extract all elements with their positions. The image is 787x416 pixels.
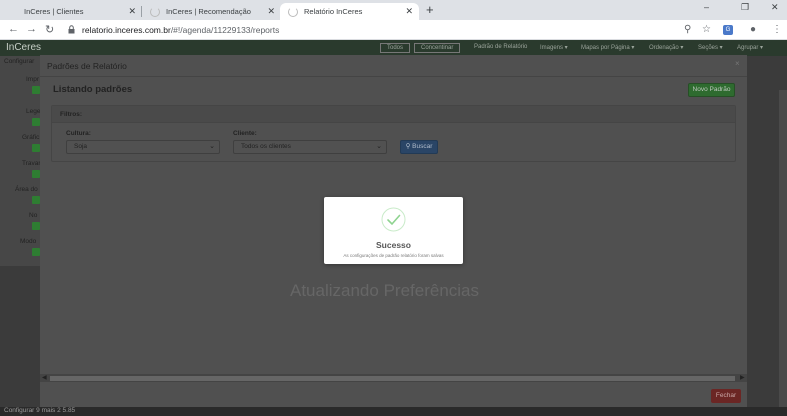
list-heading: Listando padrões: [53, 84, 133, 95]
browser-toolbar: ← → ↻ relatorio.inceres.com.br/#!/agenda…: [0, 20, 787, 40]
back-icon[interactable]: ←: [8, 23, 19, 35]
nav-item[interactable]: Todos: [380, 43, 411, 53]
alert-title: Sucesso: [376, 240, 411, 250]
url-path: /#!/agenda/11229133/reports: [170, 25, 280, 35]
lock-icon[interactable]: [68, 25, 75, 34]
config-label: Travar: [22, 160, 41, 167]
nav-item[interactable]: Imagens ▾: [540, 44, 568, 51]
loading-icon: [8, 7, 18, 17]
chevron-down-icon: ⌄: [376, 143, 382, 150]
tab-title: Relatório InCeres: [304, 7, 363, 16]
app-navbar: InCeres Todos Concentinar Padrão de Rela…: [0, 40, 787, 56]
close-button[interactable]: Fechar: [711, 389, 741, 403]
new-default-button[interactable]: Novo Padrão: [688, 83, 735, 97]
zoom-icon[interactable]: ⚲: [684, 24, 691, 35]
tab-recomendacao[interactable]: InCeres | Recomendação ✕: [142, 3, 281, 20]
scrollbar-thumb[interactable]: [50, 376, 735, 381]
loading-icon: [150, 6, 160, 17]
config-label: No: [29, 212, 38, 219]
scroll-left-icon[interactable]: ◀: [42, 374, 47, 381]
client-label: Cliente:: [233, 130, 257, 137]
client-select[interactable]: Todos os clientes ⌄: [233, 140, 387, 154]
checkbox[interactable]: [32, 196, 40, 204]
app-logo: InCeres: [6, 42, 42, 53]
modal-close-icon[interactable]: ×: [735, 59, 740, 68]
translate-icon[interactable]: G: [723, 25, 733, 35]
forward-icon[interactable]: →: [26, 23, 37, 35]
success-check-icon: [381, 207, 406, 232]
browser-tab-bar: InCeres | Clientes ✕ InCeres | Recomenda…: [0, 0, 787, 20]
horizontal-scrollbar[interactable]: ◀ ▶: [40, 374, 747, 382]
config-label: Gráfic: [22, 134, 40, 141]
close-icon[interactable]: ✕: [771, 2, 779, 13]
account-icon[interactable]: ●: [750, 24, 756, 35]
loading-icon: [288, 6, 298, 17]
chevron-down-icon: ⌄: [209, 143, 215, 150]
config-label: Área do: [15, 186, 38, 193]
updating-preferences-text: Atualizando Preferências: [290, 281, 480, 300]
search-button-label: Buscar: [412, 143, 433, 150]
page-scrollbar[interactable]: [779, 90, 787, 416]
tab-clientes[interactable]: InCeres | Clientes ✕: [0, 3, 142, 20]
checkbox[interactable]: [32, 118, 40, 126]
culture-label: Cultura:: [66, 130, 91, 137]
culture-value: Soja: [74, 143, 88, 150]
config-label: Modo: [20, 238, 37, 245]
search-icon: ⚲: [405, 143, 411, 150]
menu-icon[interactable]: ⋮: [772, 24, 782, 35]
filters-header: Filtros:: [52, 106, 735, 123]
client-value: Todos os clientes: [241, 143, 291, 150]
tab-relatorio[interactable]: Relatório InCeres ✕: [280, 3, 419, 20]
minimize-icon[interactable]: –: [704, 2, 709, 12]
tab-close-icon[interactable]: ✕: [128, 6, 136, 17]
checkbox[interactable]: [32, 86, 40, 94]
nav-item[interactable]: Ordenação ▾: [649, 44, 683, 51]
tab-close-icon[interactable]: ✕: [267, 6, 275, 17]
alert-message: As configurações de padrão relatório for…: [343, 253, 444, 258]
modal-header: Padrões de Relatório ×: [40, 55, 747, 77]
url-host: relatorio.inceres.com.br: [82, 25, 171, 35]
address-bar[interactable]: relatorio.inceres.com.br/#!/agenda/11229…: [82, 25, 279, 35]
footer-text: Configurar 9 mais 2 5.85: [4, 407, 76, 414]
tab-title: InCeres | Clientes: [24, 7, 84, 16]
nav-item[interactable]: Agrupar ▾: [737, 44, 763, 51]
culture-select[interactable]: Soja ⌄: [66, 140, 220, 154]
tab-close-icon[interactable]: ✕: [405, 6, 413, 17]
tab-title: InCeres | Recomendação: [166, 7, 251, 16]
modal-title: Padrões de Relatório: [47, 61, 127, 71]
nav-item[interactable]: Seções ▾: [698, 44, 723, 51]
reload-icon[interactable]: ↻: [45, 23, 54, 36]
new-tab-button[interactable]: +: [426, 2, 434, 17]
bookmark-star-icon[interactable]: ☆: [702, 24, 711, 35]
search-button[interactable]: ⚲ Buscar: [400, 140, 438, 154]
checkbox[interactable]: [32, 222, 40, 230]
checkbox[interactable]: [32, 144, 40, 152]
scroll-right-icon[interactable]: ▶: [740, 374, 745, 381]
config-panel-title: Configurar: [4, 58, 35, 65]
nav-item[interactable]: Concentinar: [414, 43, 461, 53]
nav-item[interactable]: Mapas por Página ▾: [581, 44, 634, 51]
filters-title: Filtros:: [60, 111, 83, 118]
checkbox[interactable]: [32, 170, 40, 178]
success-alert: Sucesso As configurações de padrão relat…: [324, 197, 463, 264]
app-footer: Configurar 9 mais 2 5.85: [0, 407, 787, 416]
nav-item[interactable]: Padrão de Relatório: [474, 44, 527, 50]
maximize-icon[interactable]: ❐: [741, 2, 749, 13]
checkbox[interactable]: [32, 248, 40, 256]
config-label: Impr: [26, 76, 39, 83]
